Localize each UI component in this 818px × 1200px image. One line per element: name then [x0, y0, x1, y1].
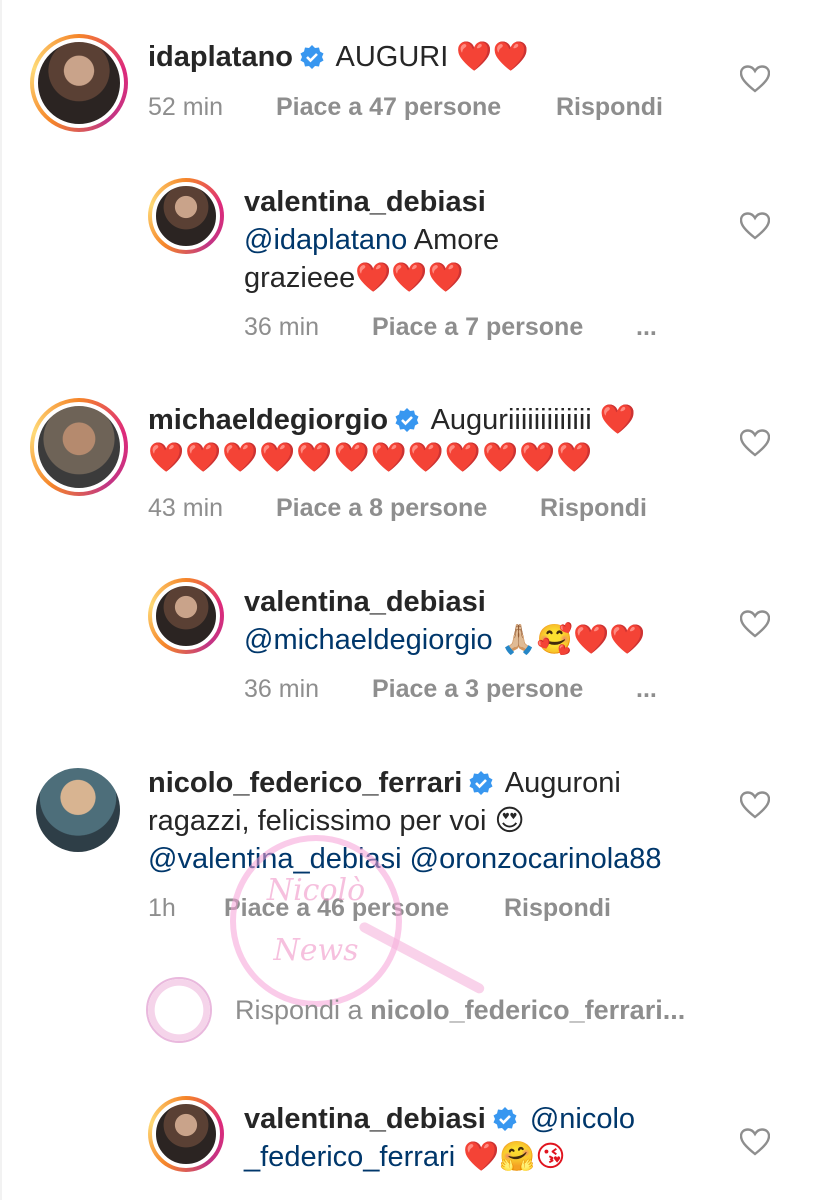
comment-body: grazieee	[244, 262, 356, 294]
more-options-button[interactable]: ...	[636, 675, 657, 704]
mention-link[interactable]: @valentina_debiasi	[148, 843, 402, 875]
reply-button[interactable]: Rispondi	[540, 494, 647, 523]
verified-badge-icon	[493, 1107, 517, 1131]
comment-username[interactable]: valentina_debiasi	[244, 186, 486, 218]
avatar-image	[152, 182, 220, 250]
likes-count[interactable]: Piace a 3 persone	[372, 675, 583, 704]
comment-body: AUGURI	[335, 41, 449, 73]
emoji-hearts: ❤️❤️❤️❤️❤️❤️❤️❤️❤️❤️❤️❤️	[148, 442, 594, 474]
comment-text: michaeldegiorgio Auguriiiiiiiiiiiii ❤️ ❤…	[148, 401, 708, 477]
avatar[interactable]	[148, 178, 224, 254]
heart-outline-icon[interactable]	[739, 429, 771, 457]
comment-username[interactable]: valentina_debiasi	[244, 1103, 486, 1135]
likes-count[interactable]: Piace a 7 persone	[372, 313, 583, 342]
emoji-reactions: ❤️🤗😘	[463, 1141, 566, 1173]
likes-count[interactable]: Piace a 47 persone	[276, 93, 501, 122]
heart-outline-icon[interactable]	[739, 610, 771, 638]
heart-outline-icon[interactable]	[739, 1128, 771, 1156]
reply-button[interactable]: Rispondi	[556, 93, 663, 122]
comment-text: nicolo_federico_ferrari Auguroni ragazzi…	[148, 764, 748, 878]
more-options-button[interactable]: ...	[636, 313, 657, 342]
emoji-heart-eyes: 😍	[494, 805, 525, 837]
avatar[interactable]	[30, 34, 128, 132]
avatar-image	[152, 1100, 220, 1168]
reply-button[interactable]: Rispondi	[504, 894, 611, 923]
heart-outline-icon[interactable]	[739, 791, 771, 819]
verified-badge-icon	[469, 771, 493, 795]
comment-text: valentina_debiasi @nicolo _federico_ferr…	[244, 1100, 704, 1176]
mention-link[interactable]: @michaeldegiorgio	[244, 624, 493, 656]
emoji-hearts: ❤️❤️❤️	[355, 262, 464, 294]
mention-link[interactable]: _federico_ferrari	[244, 1141, 455, 1173]
mention-link[interactable]: @nicolo	[530, 1103, 635, 1135]
verified-badge-icon	[300, 45, 324, 69]
comment-time: 1h	[148, 894, 176, 922]
avatar-image	[34, 402, 124, 492]
comment-username[interactable]: valentina_debiasi	[244, 586, 486, 618]
comment-username[interactable]: idaplatano	[148, 41, 293, 73]
comment-time: 36 min	[244, 313, 320, 341]
avatar-image	[34, 38, 124, 128]
mention-link[interactable]: @idaplatano	[244, 224, 407, 256]
avatar[interactable]	[36, 768, 120, 852]
comment-body: Auguriiiiiiiiiiiii	[430, 404, 592, 436]
avatar-image	[148, 979, 210, 1041]
heart-outline-icon[interactable]	[739, 65, 771, 93]
avatar-image	[152, 582, 220, 650]
heart-outline-icon[interactable]	[739, 212, 771, 240]
emoji-hearts: ❤️❤️	[456, 41, 529, 73]
comment-text: valentina_debiasi @michaeldegiorgio 🙏🏼🥰❤…	[244, 583, 704, 659]
comment-body: ragazzi, felicissimo per voi	[148, 805, 487, 837]
avatar-image	[36, 768, 120, 852]
comment-body: Amore	[407, 224, 500, 256]
likes-count[interactable]: Piace a 8 persone	[276, 494, 487, 523]
likes-count[interactable]: Piace a 46 persone	[224, 894, 449, 923]
comment-time: 52 min	[148, 93, 224, 121]
avatar[interactable]	[148, 1096, 224, 1172]
comment-text: valentina_debiasi @idaplatano Amore graz…	[244, 183, 704, 297]
comment-username[interactable]: michaeldegiorgio	[148, 404, 388, 436]
comment-text: idaplatano AUGURI ❤️❤️	[148, 38, 708, 76]
avatar[interactable]	[30, 398, 128, 496]
comment-body: Auguroni	[504, 767, 621, 799]
comment-time: 43 min	[148, 494, 224, 522]
verified-badge-icon	[395, 408, 419, 432]
comment-username[interactable]: nicolo_federico_ferrari	[148, 767, 462, 799]
emoji-reactions: 🙏🏼🥰❤️❤️	[500, 624, 646, 656]
comment-time: 36 min	[244, 675, 320, 703]
emoji-hearts: ❤️	[599, 404, 636, 436]
mention-link[interactable]: @oronzocarinola88	[410, 843, 662, 875]
avatar	[146, 977, 212, 1043]
avatar[interactable]	[148, 578, 224, 654]
reply-input-placeholder[interactable]: Rispondi a nicolo_federico_ferrari...	[235, 995, 685, 1026]
